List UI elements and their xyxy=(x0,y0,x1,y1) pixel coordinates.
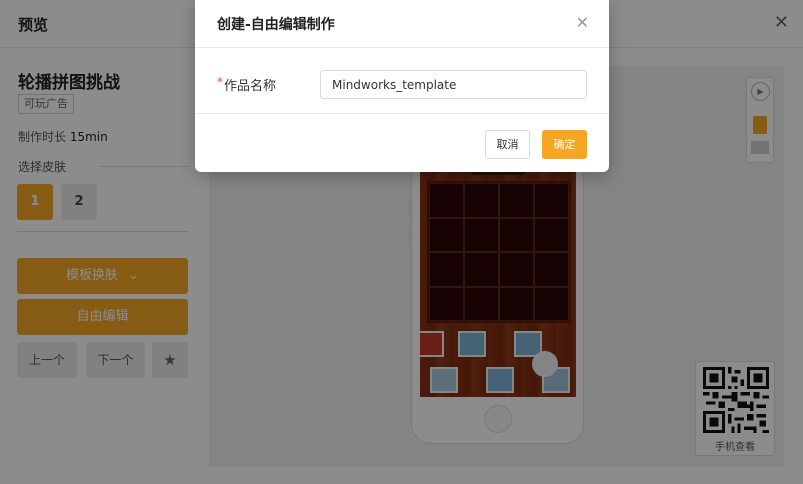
dialog-title: 创建-自由编辑制作 xyxy=(217,17,335,33)
create-dialog: 创建-自由编辑制作 ✕ * 作品名称 取消 确定 xyxy=(195,0,609,172)
work-name-input[interactable] xyxy=(320,70,587,99)
required-mark: * xyxy=(217,75,223,89)
cancel-button[interactable]: 取消 xyxy=(485,130,530,159)
confirm-button[interactable]: 确定 xyxy=(542,130,587,159)
name-form-row: * 作品名称 xyxy=(195,66,609,102)
work-name-label: 作品名称 xyxy=(224,79,277,94)
dialog-footer: 取消 确定 xyxy=(195,113,609,172)
dialog-header: 创建-自由编辑制作 ✕ xyxy=(195,0,609,48)
close-icon[interactable]: ✕ xyxy=(576,13,589,32)
